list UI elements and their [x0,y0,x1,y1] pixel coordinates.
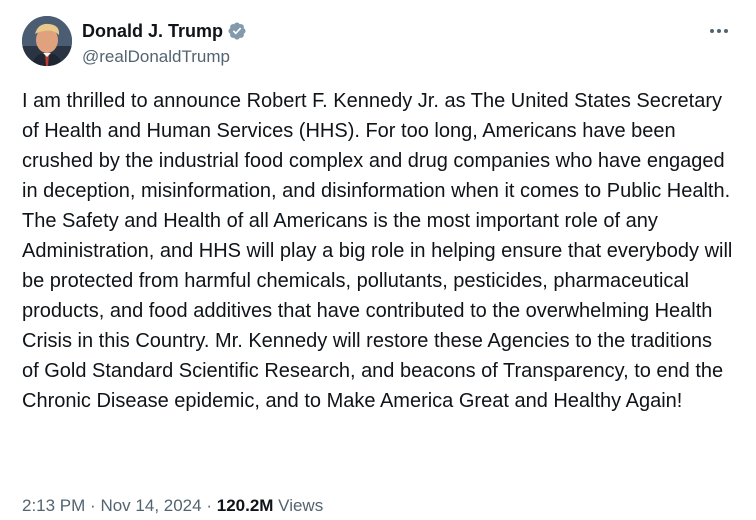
profile-photo-icon [22,16,72,66]
tweet-header: Donald J. Trump @realDonaldTrump [22,16,736,70]
tweet-date[interactable]: Nov 14, 2024 [100,496,201,515]
verified-badge-icon[interactable] [227,21,247,41]
author-names: Donald J. Trump @realDonaldTrump [82,18,247,67]
display-name-row: Donald J. Trump [82,18,247,44]
display-name[interactable]: Donald J. Trump [82,21,223,42]
avatar[interactable] [22,16,72,66]
tweet-time[interactable]: 2:13 PM [22,496,85,515]
more-options-icon[interactable] [706,18,732,44]
views-count[interactable]: 120.2M [217,496,274,515]
tweet-text: I am thrilled to announce Robert F. Kenn… [22,90,738,412]
handle[interactable]: @realDonaldTrump [82,47,247,67]
meta-separator: · [90,496,96,515]
meta-separator: · [206,496,212,515]
views-label: Views [278,496,324,515]
tweet-card: Donald J. Trump @realDonaldTrump I am th… [0,0,756,520]
tweet-meta: 2:13 PM · Nov 14, 2024 · 120.2M Views [22,496,323,516]
